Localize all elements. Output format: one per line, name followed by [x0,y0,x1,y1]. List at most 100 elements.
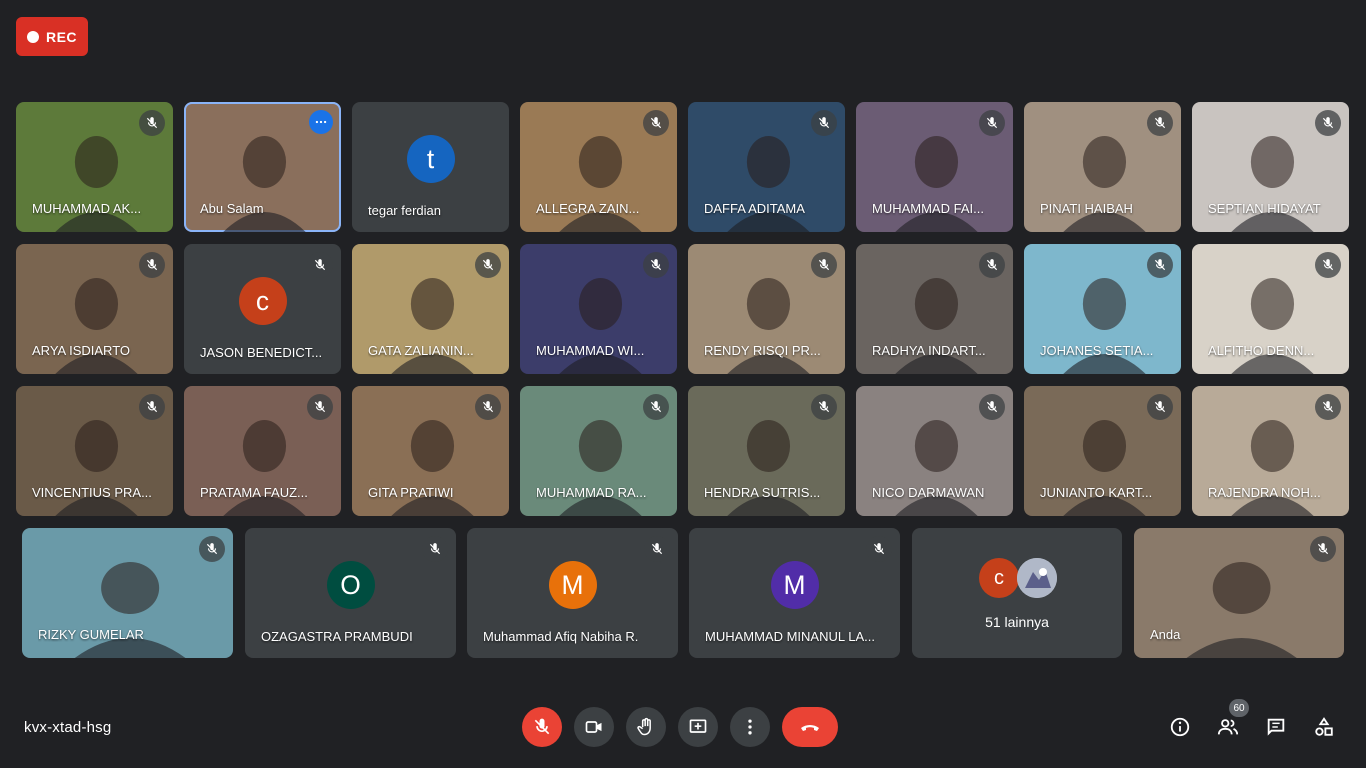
participant-name: RIZKY GUMELAR [38,627,144,642]
mic-off-icon [139,252,165,278]
participant-name: SEPTIAN HIDAYAT [1208,201,1321,216]
participant-name: HENDRA SUTRIS... [704,485,821,500]
participant-tile[interactable]: PINATI HAIBAH [1024,102,1181,232]
participant-tile[interactable]: M Muhammad Afiq Nabiha R. [467,528,678,658]
others-avatar-image [1017,558,1057,598]
participant-tile[interactable]: MUHAMMAD WI... [520,244,677,374]
mic-off-icon [422,536,448,562]
participant-name: ALFITHO DENN... [1208,343,1315,358]
participant-name: JASON BENEDICT... [200,345,323,360]
others-label: 51 lainnya [985,614,1049,630]
participant-tile[interactable]: ALLEGRA ZAIN... [520,102,677,232]
mic-off-icon [979,110,1005,136]
meeting-info-button[interactable] [1163,710,1197,744]
participant-tile[interactable]: VINCENTIUS PRA... [16,386,173,516]
participant-name: MUHAMMAD MINANUL LA... [705,629,875,644]
participant-tile[interactable]: RENDY RISQI PR... [688,244,845,374]
mic-off-icon [643,252,669,278]
others-tile[interactable]: c 51 lainnya [912,528,1122,658]
participant-tile[interactable]: SEPTIAN HIDAYAT [1192,102,1349,232]
mic-off-icon [1310,536,1336,562]
mic-off-icon [1315,252,1341,278]
leave-call-button[interactable] [782,707,838,747]
participant-tile[interactable]: JOHANES SETIA... [1024,244,1181,374]
participant-tile[interactable]: MUHAMMAD AK... [16,102,173,232]
participant-name: RENDY RISQI PR... [704,343,821,358]
participant-tile[interactable]: GITA PRATIWI [352,386,509,516]
mic-off-icon [1147,394,1173,420]
participant-name: ARYA ISDIARTO [32,343,131,358]
participant-name: Muhammad Afiq Nabiha R. [483,629,639,644]
participant-name: PRATAMA FAUZ... [200,485,308,500]
participant-avatar: c [238,277,287,325]
mic-off-icon [307,394,333,420]
participant-name: DAFFA ADITAMA [704,201,805,216]
mic-off-icon [644,536,670,562]
participant-avatar: O [326,561,375,609]
participant-tile[interactable]: ARYA ISDIARTO [16,244,173,374]
participant-tile[interactable]: Anda [1134,528,1344,658]
participant-tile[interactable]: MUHAMMAD FAI... [856,102,1013,232]
mic-off-icon [811,110,837,136]
participant-tile[interactable]: O OZAGASTRA PRAMBUDI [245,528,456,658]
participant-tile[interactable]: JUNIANTO KART... [1024,386,1181,516]
mic-off-icon [866,536,892,562]
participant-name: MUHAMMAD FAI... [872,201,984,216]
recording-label: REC [45,28,78,45]
participant-tile[interactable]: NICO DARMAWAN [856,386,1013,516]
activities-button[interactable] [1307,710,1341,744]
camera-icon [585,721,602,733]
participant-name: MUHAMMAD AK... [32,201,142,216]
participant-name: OZAGASTRA PRAMBUDI [261,629,413,644]
present-screen-button[interactable] [678,707,718,747]
more-options-button[interactable] [730,707,770,747]
chat-button[interactable] [1259,710,1293,744]
mic-off-icon [199,536,225,562]
mic-off-icon [643,394,669,420]
people-icon [1217,719,1239,735]
end-call-icon [801,725,819,731]
participant-tile[interactable]: t tegar ferdian [352,102,509,232]
activities-icon [1315,717,1333,736]
camera-toggle-button[interactable] [574,707,614,747]
hand-icon [637,717,651,736]
participant-avatar: t [406,135,455,183]
others-avatar: c [979,558,1019,598]
participant-tile[interactable]: RAJENDRA NOH... [1192,386,1349,516]
participant-name: RADHYA INDART... [872,343,986,358]
mic-off-icon [1147,110,1173,136]
participant-tile[interactable]: RIZKY GUMELAR [22,528,233,658]
participant-name: GITA PRATIWI [368,485,454,500]
mic-off-icon [979,394,1005,420]
participant-tile[interactable]: M MUHAMMAD MINANUL LA... [689,528,900,658]
participant-name: MUHAMMAD WI... [536,343,645,358]
participant-tile[interactable]: MUHAMMAD RA... [520,386,677,516]
mic-off-icon [811,394,837,420]
participant-name: MUHAMMAD RA... [536,485,647,500]
participant-name: PINATI HAIBAH [1040,201,1133,216]
participant-name: Anda [1150,627,1181,642]
raise-hand-button[interactable] [626,707,666,747]
participant-name: Abu Salam [200,201,264,216]
participant-name: GATA ZALIANIN... [368,343,474,358]
more-options-icon[interactable] [309,110,333,134]
mic-off-icon [643,110,669,136]
recording-indicator: REC [16,17,88,56]
participant-tile[interactable]: c JASON BENEDICT... [184,244,341,374]
mic-toggle-button[interactable] [522,707,562,747]
participant-name: ALLEGRA ZAIN... [536,201,640,216]
participant-name: JUNIANTO KART... [1040,485,1153,500]
participant-tile[interactable]: Abu Salam [184,102,341,232]
participant-name: tegar ferdian [368,203,441,218]
participant-tile[interactable]: GATA ZALIANIN... [352,244,509,374]
participant-tile[interactable]: PRATAMA FAUZ... [184,386,341,516]
participant-name: JOHANES SETIA... [1040,343,1154,358]
mic-off-icon [307,252,333,278]
meeting-code: kvx-xtad-hsg [24,719,112,736]
participant-tile[interactable]: HENDRA SUTRIS... [688,386,845,516]
participant-tile[interactable]: DAFFA ADITAMA [688,102,845,232]
mic-off-icon [139,394,165,420]
people-count-badge: 60 [1229,699,1249,717]
participant-tile[interactable]: ALFITHO DENN... [1192,244,1349,374]
participant-tile[interactable]: RADHYA INDART... [856,244,1013,374]
